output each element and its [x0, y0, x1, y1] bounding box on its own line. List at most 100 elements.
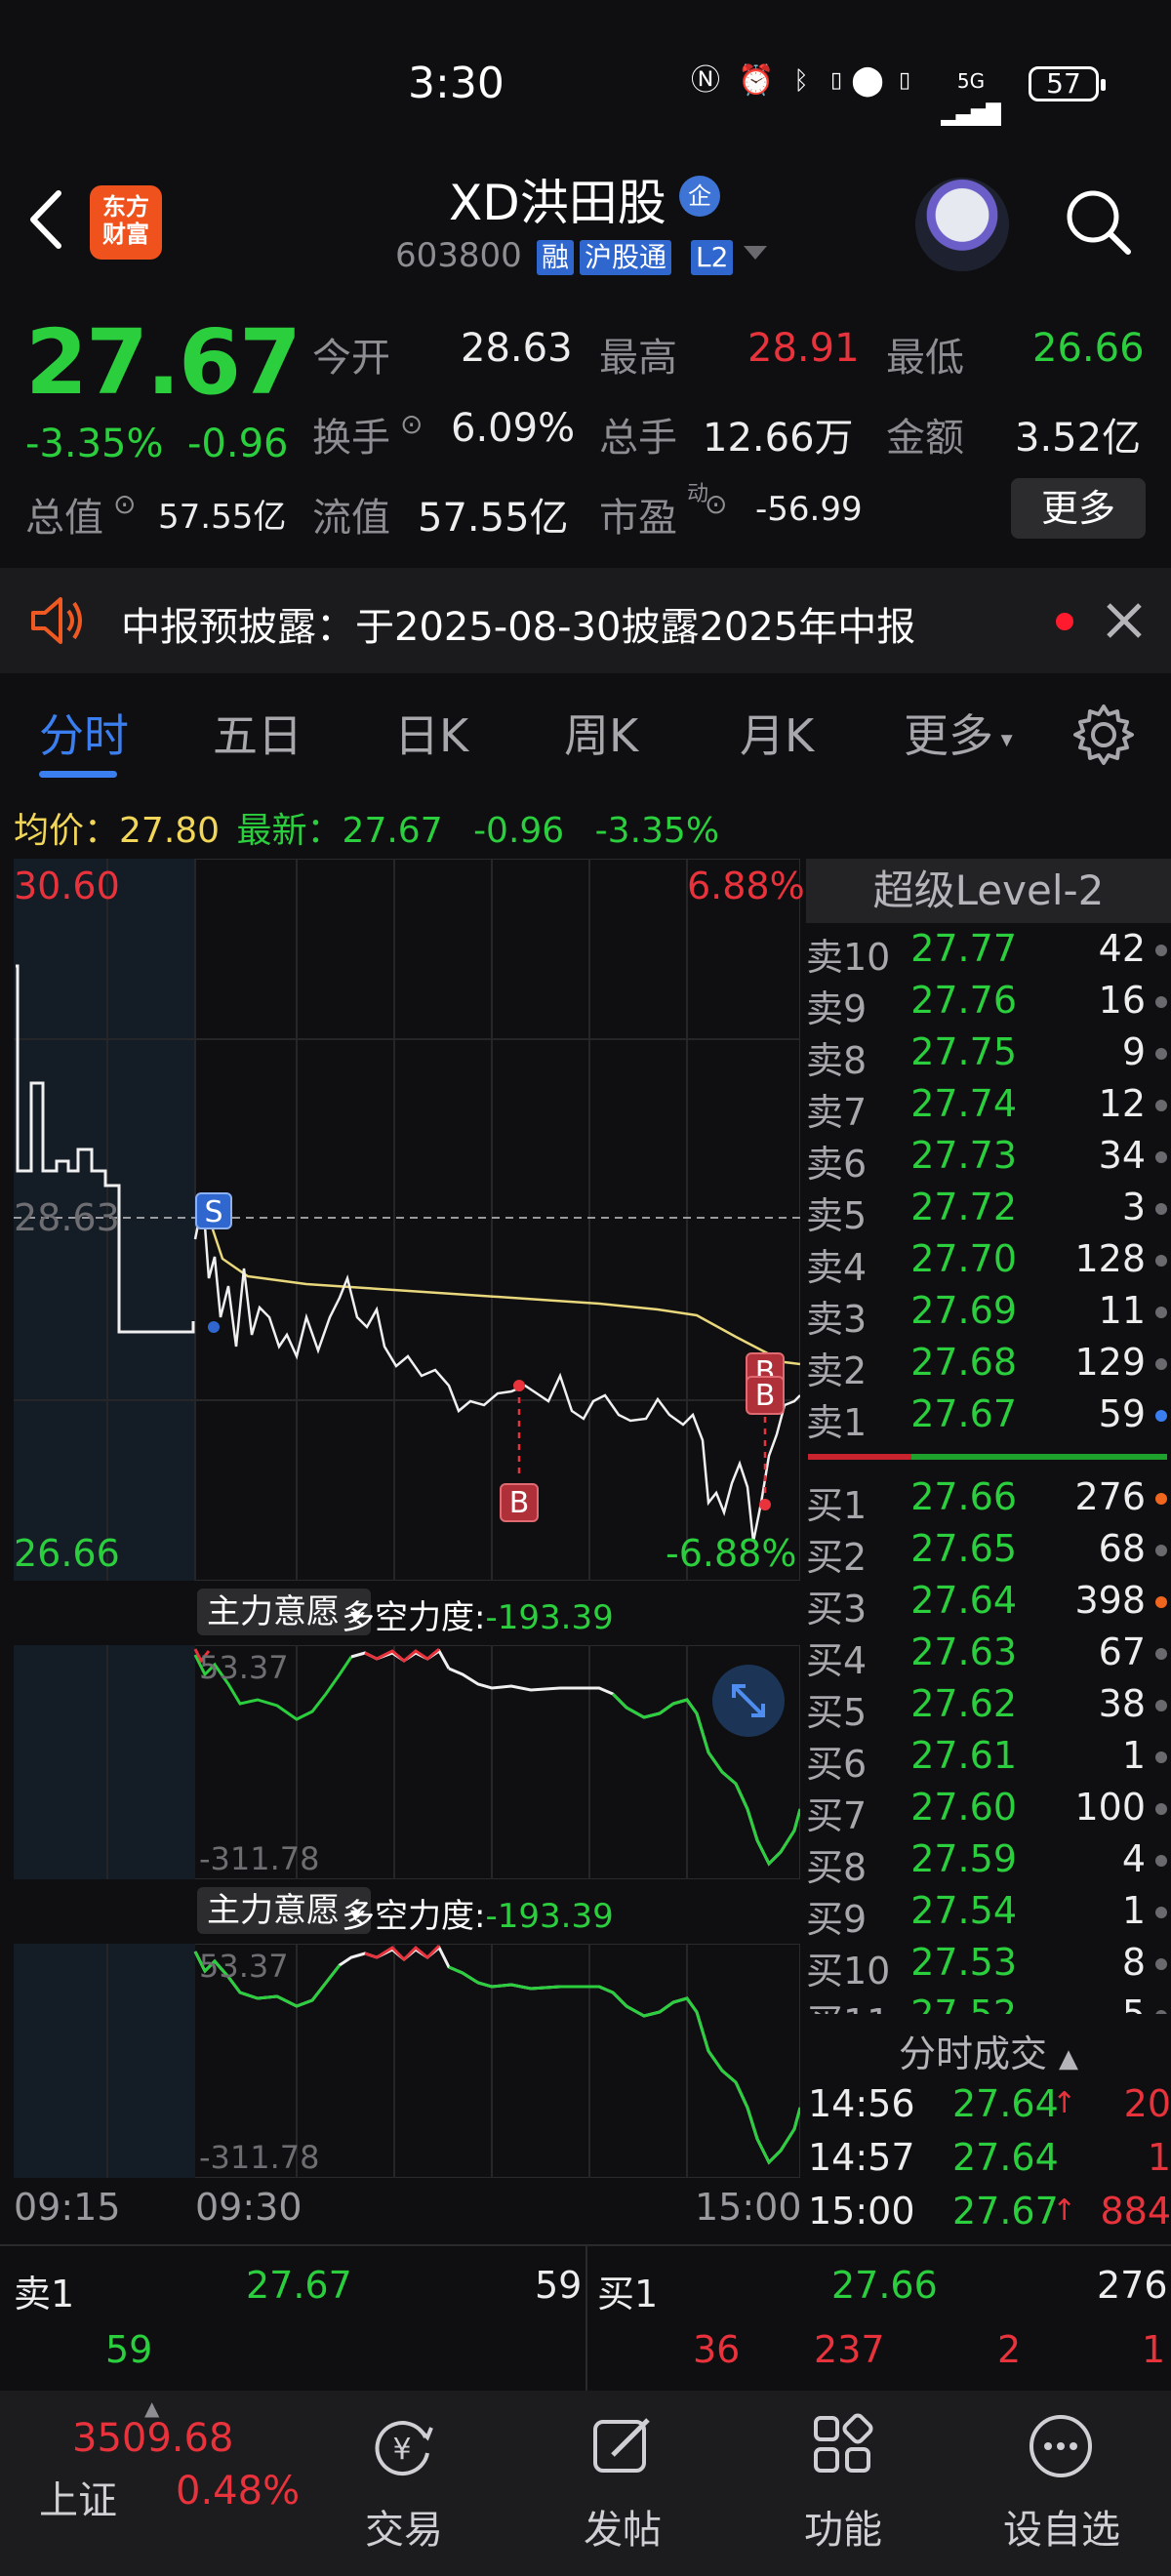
bid-row[interactable]: 买6 27.61 1: [806, 1734, 1171, 1786]
buy-marker[interactable]: B: [746, 1376, 785, 1415]
bid-row[interactable]: 买9 27.54 1: [806, 1889, 1171, 1941]
bid-row[interactable]: 买1 27.66 276: [806, 1475, 1171, 1527]
stock-title: XD洪田股: [449, 175, 666, 231]
tab-monthly-k[interactable]: 月K: [740, 701, 814, 765]
amount-label: 金额: [886, 416, 964, 461]
search-button[interactable]: [1062, 185, 1134, 258]
indicator-chart[interactable]: [14, 1645, 800, 1879]
expand-icon: [732, 1684, 765, 1717]
ask-row[interactable]: 卖3 27.69 11: [806, 1289, 1171, 1341]
arrow-up-icon: ↑: [1052, 2086, 1077, 2120]
indicator-max: 53.37: [199, 1948, 289, 1985]
ask-price: 27.76: [910, 979, 1017, 1022]
expand-button[interactable]: [712, 1665, 785, 1737]
dot-icon: [1155, 945, 1167, 956]
bid-row[interactable]: 买2 27.65 68: [806, 1527, 1171, 1579]
ask1-label: 卖1: [14, 2273, 75, 2315]
bid-volume: 100: [1074, 1786, 1146, 1829]
bid1-queue: 237: [814, 2328, 885, 2371]
tab-more[interactable]: 更多 ▾: [904, 701, 1013, 765]
bid-row[interactable]: 买10 27.53 8: [806, 1941, 1171, 1992]
last-price: 27.67: [25, 310, 302, 415]
ask-row[interactable]: 卖5 27.72 3: [806, 1186, 1171, 1237]
trades-header[interactable]: 分时成交 ▲: [806, 2024, 1171, 2075]
ask-row[interactable]: 卖8 27.75 9: [806, 1030, 1171, 1082]
volume-label: 总手: [599, 416, 677, 461]
trade-row: 15:00 27.67 ↑ 884: [806, 2190, 1171, 2243]
change-pct: -3.35%: [25, 422, 164, 466]
info-icon[interactable]: ⊙: [705, 488, 727, 520]
bid-row[interactable]: 买7 27.60 100: [806, 1786, 1171, 1837]
ask-row[interactable]: 卖2 27.68 129: [806, 1341, 1171, 1392]
close-icon[interactable]: [1101, 597, 1148, 644]
info-icon[interactable]: ⊙: [113, 488, 136, 520]
gear-icon[interactable]: [1071, 703, 1136, 767]
ask-volume: 129: [1074, 1341, 1146, 1384]
bid1-queue: 36: [693, 2328, 741, 2371]
sell-marker[interactable]: S: [195, 1192, 232, 1229]
index-name[interactable]: 上证: [39, 2469, 117, 2525]
float-label: 流值: [312, 496, 390, 541]
location-icon: ⬤: [851, 63, 884, 98]
bid-label: 买2: [806, 1536, 868, 1579]
ask-row[interactable]: 卖6 27.73 34: [806, 1134, 1171, 1186]
more-button[interactable]: 更多: [1011, 478, 1146, 539]
notice-banner[interactable]: 中报预披露：于2025-08-30披露2025年中报: [0, 568, 1171, 673]
chevron-down-icon[interactable]: [744, 246, 767, 260]
trade-volume: 884: [1100, 2190, 1171, 2233]
bid-price: 27.63: [910, 1630, 1017, 1673]
intraday-chart[interactable]: [14, 859, 800, 1581]
indicator-min: -311.78: [199, 1840, 320, 1877]
tab-daily-k[interactable]: 日K: [394, 701, 468, 765]
alarm-icon: ⏰: [738, 63, 775, 98]
bid-row[interactable]: 买1127.525: [806, 1992, 1171, 2014]
back-button[interactable]: [23, 185, 72, 254]
ask1-volume: 59: [535, 2264, 583, 2307]
more-dots-icon: [1030, 2415, 1092, 2477]
ask-row[interactable]: 卖4 27.70 128: [806, 1237, 1171, 1289]
ask-price: 27.68: [910, 1341, 1017, 1384]
ask-row[interactable]: 卖9 27.76 16: [806, 979, 1171, 1030]
dot-icon: [1155, 1855, 1167, 1867]
trade-row: 14:57 27.64 1: [806, 2136, 1171, 2190]
arrow-up-icon: ↑: [1052, 2194, 1077, 2228]
ask-label: 卖9: [806, 987, 868, 1030]
index-change[interactable]: 0.48%: [176, 2469, 300, 2514]
tab-weekly-k[interactable]: 周K: [564, 701, 638, 765]
indicator-label: 多空力度:-193.39: [342, 1897, 614, 1936]
level2-header[interactable]: 超级Level-2: [806, 859, 1171, 923]
trade-time: 15:00: [808, 2190, 915, 2233]
pe-value: -56.99: [755, 490, 863, 529]
index-value[interactable]: 3509.68: [72, 2416, 233, 2461]
tab-active-indicator: [39, 771, 117, 778]
indicator-chart[interactable]: [14, 1944, 800, 2178]
yen-refresh-icon: ¥: [375, 2421, 433, 2475]
volume-value: 12.66万: [703, 416, 854, 461]
ask-row[interactable]: 卖7 27.74 12: [806, 1082, 1171, 1134]
bid-row[interactable]: 买8 27.59 4: [806, 1837, 1171, 1889]
bid-price: 27.60: [910, 1786, 1017, 1829]
bid-row[interactable]: 买5 27.62 38: [806, 1682, 1171, 1734]
ask-volume: 11: [1098, 1289, 1146, 1332]
buy-marker[interactable]: B: [500, 1483, 539, 1522]
bid-row[interactable]: 买3 27.64 398: [806, 1579, 1171, 1630]
info-icon[interactable]: ⊙: [400, 408, 423, 440]
tab-5day[interactable]: 五日: [213, 701, 303, 765]
divider: [586, 2246, 587, 2393]
pe-label: 市盈: [599, 496, 677, 541]
dot-icon: [1155, 1751, 1167, 1763]
bid1-price: 27.66: [831, 2264, 938, 2307]
bid-label: 买7: [806, 1794, 868, 1837]
dot-icon: [1155, 1151, 1167, 1163]
assistant-avatar[interactable]: [915, 178, 1009, 271]
dot-icon: [1155, 1048, 1167, 1060]
ask1-price: 27.67: [246, 2264, 352, 2307]
ask-label: 卖1: [806, 1401, 868, 1444]
ask-row[interactable]: 卖10 27.77 42: [806, 927, 1171, 979]
bid-ask-strip: 卖1 27.67 59 59 买1 27.66 276 36 237 2 1: [0, 2244, 1171, 2393]
high-label: 最高: [599, 336, 677, 381]
ask-ratio-bar: [808, 1454, 911, 1460]
bid-row[interactable]: 买4 27.63 67: [806, 1630, 1171, 1682]
tab-intraday[interactable]: 分时: [39, 701, 129, 765]
ask-row[interactable]: 卖1 27.67 59: [806, 1392, 1171, 1444]
